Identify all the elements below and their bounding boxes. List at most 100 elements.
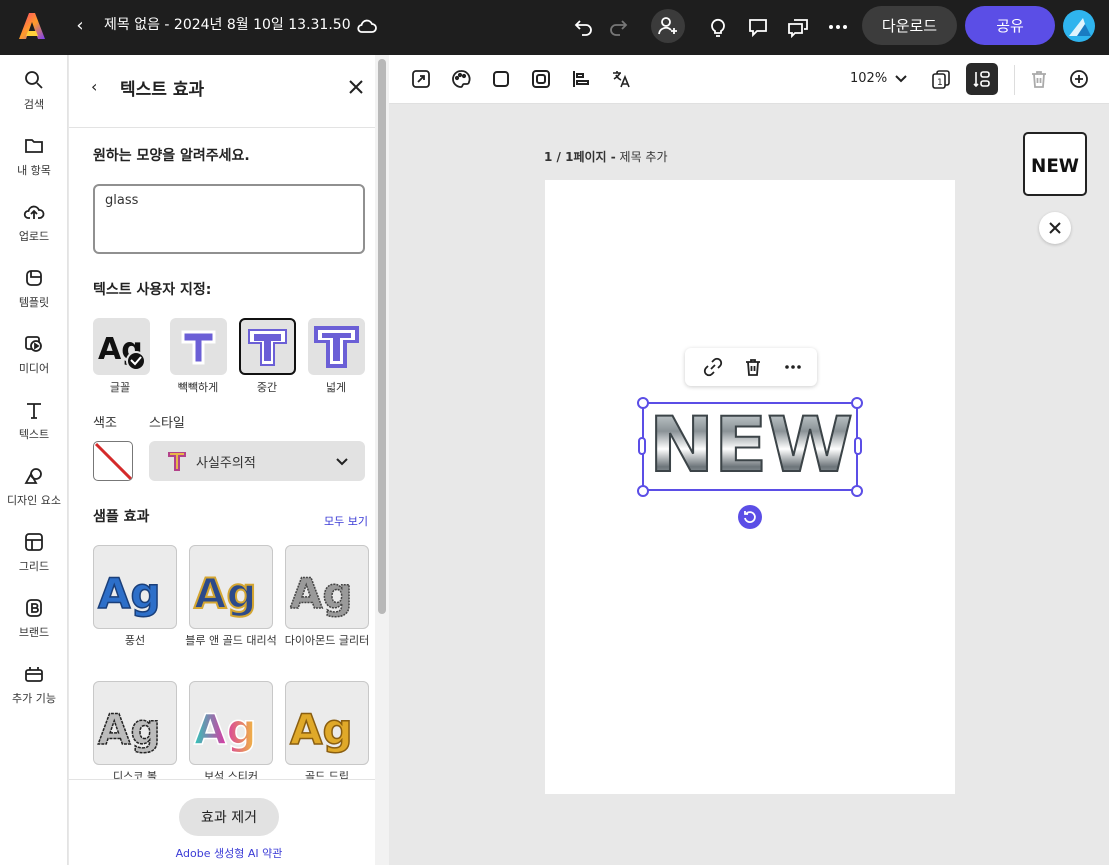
nav-item-grid[interactable]: 그리드 (0, 531, 68, 581)
color-label: 색조 (93, 416, 117, 431)
back-button[interactable]: ‹ (70, 14, 90, 38)
see-all-link[interactable]: 모두 보기 (324, 513, 368, 529)
panel-scrollbar[interactable] (375, 55, 389, 865)
add-ons-icon (25, 667, 43, 682)
undo-button[interactable] (568, 12, 600, 42)
more-icon (829, 25, 847, 29)
customize-label: 텍스트 사용자 지정: (93, 282, 212, 298)
sample-effect-balloon[interactable]: Ag (93, 545, 177, 629)
panel-back-button[interactable]: ‹ (91, 76, 111, 98)
align-button[interactable] (569, 67, 593, 91)
nav-label: 업로드 (18, 230, 50, 243)
translate-icon (613, 71, 630, 88)
more-options-button[interactable] (782, 356, 804, 378)
sample-label: 블루 앤 골드 대리석 (185, 634, 277, 647)
link-button[interactable] (702, 356, 724, 378)
nav-item-design-elements[interactable]: 디자인 요소 (0, 465, 68, 515)
ai-terms-link[interactable]: Adobe 생성형 AI 약관 (69, 845, 389, 861)
comment-button[interactable] (742, 12, 774, 42)
resize-handle-bottom-left[interactable] (637, 485, 649, 497)
shape-label-font: 글꼴 (109, 381, 131, 394)
page-thumbnail[interactable]: NEW (1023, 132, 1087, 196)
sample-effect-blue-gold-marble[interactable]: Ag (189, 545, 273, 629)
nav-item-text[interactable]: 텍스트 (0, 399, 68, 449)
nav-item-media[interactable]: 미디어 (0, 333, 68, 383)
prompt-label: 원하는 모양을 알려주세요. (93, 148, 250, 164)
style-dropdown[interactable]: 사실주의적 (149, 441, 365, 481)
share-button[interactable]: 공유 (965, 6, 1055, 45)
scrollbar-thumb[interactable] (378, 59, 386, 614)
shape-option-tight[interactable] (170, 318, 227, 375)
sample-glyph: Ag (290, 705, 353, 754)
media-icon (25, 336, 42, 352)
delete-element-button[interactable] (742, 356, 764, 378)
shape-button[interactable] (489, 67, 513, 91)
adobe-express-logo[interactable] (19, 12, 45, 40)
invite-button[interactable] (651, 9, 685, 43)
color-swatch-none[interactable] (93, 441, 133, 481)
rotate-handle[interactable] (738, 505, 762, 529)
nav-item-my-items[interactable]: 내 항목 (0, 135, 68, 185)
resize-handle-top-right[interactable] (851, 397, 863, 409)
nav-item-upload[interactable]: 업로드 (0, 201, 68, 251)
page-title: 제목 추가 (615, 150, 668, 164)
page-label[interactable]: 1 / 1페이지 - 제목 추가 (544, 148, 668, 165)
zoom-level[interactable]: 102% (850, 71, 887, 86)
nav-item-search[interactable]: 검색 (0, 69, 68, 119)
svg-text:1: 1 (937, 78, 943, 88)
more-icon (785, 365, 801, 369)
trash-icon (1032, 71, 1046, 88)
sample-effect-disco-ball[interactable]: Ag (93, 681, 177, 765)
sample-effect-diamond-glitter[interactable]: Ag (285, 545, 369, 629)
resize-handle-right[interactable] (854, 437, 862, 455)
palette-icon (452, 70, 471, 88)
close-icon[interactable] (346, 76, 366, 98)
resize-handle-bottom-right[interactable] (851, 485, 863, 497)
undo-icon (574, 20, 592, 36)
resize-handle-top-left[interactable] (637, 397, 649, 409)
nav-item-add-ons[interactable]: 추가 기능 (0, 663, 68, 713)
prompt-input[interactable]: glass (93, 184, 365, 254)
thumbnail-close-button[interactable] (1039, 212, 1071, 244)
folder-icon (25, 139, 43, 153)
color-palette-button[interactable] (449, 67, 473, 91)
layers-icon (973, 71, 990, 88)
delete-page-button[interactable] (1027, 67, 1051, 91)
shape-label-medium: 중간 (256, 381, 278, 394)
sample-effect-jewel-sticker[interactable]: Ag (189, 681, 273, 765)
resize-handle-left[interactable] (638, 437, 646, 455)
nav-label: 템플릿 (18, 296, 50, 309)
shape-option-wide[interactable] (308, 318, 365, 375)
nav-item-templates[interactable]: 템플릿 (0, 267, 68, 317)
avatar[interactable] (1063, 10, 1095, 42)
nav-label: 그리드 (18, 560, 50, 573)
review-button[interactable] (782, 12, 814, 42)
layers-button[interactable] (966, 63, 998, 95)
selection-box[interactable] (642, 402, 858, 491)
resize-button[interactable] (409, 67, 433, 91)
shape-label-wide: 넓게 (325, 381, 347, 394)
redo-button[interactable] (602, 12, 634, 42)
chat-bubbles-icon (788, 19, 808, 38)
ideas-button[interactable] (702, 12, 734, 42)
more-button[interactable] (822, 12, 854, 42)
nav-item-brand[interactable]: 브랜드 (0, 597, 68, 647)
element-context-menu (685, 348, 817, 386)
shape-option-font[interactable]: Ag (93, 318, 150, 375)
template-icon (26, 270, 42, 286)
zoom-chevron-down-icon[interactable] (894, 71, 908, 85)
pages-button[interactable]: 1 (929, 67, 953, 91)
frame-button[interactable] (529, 67, 553, 91)
thumbnail-text: NEW (1031, 155, 1079, 177)
top-bar: ‹ 제목 없음 - 2024년 8월 10일 13.31.50 다운로드 공유 (0, 0, 1109, 55)
plus-circle-icon (1070, 70, 1088, 88)
sample-effect-gold-drip[interactable]: Ag (285, 681, 369, 765)
cloud-icon[interactable] (355, 14, 379, 38)
shape-option-medium[interactable] (239, 318, 296, 375)
canvas-toolbar: 102% 1 (389, 55, 1109, 104)
translate-button[interactable] (609, 67, 633, 91)
add-page-button[interactable] (1067, 67, 1091, 91)
remove-effect-button[interactable]: 효과 제거 (179, 798, 279, 836)
download-button[interactable]: 다운로드 (862, 6, 957, 45)
document-title[interactable]: 제목 없음 - 2024년 8월 10일 13.31.50 (104, 15, 351, 35)
